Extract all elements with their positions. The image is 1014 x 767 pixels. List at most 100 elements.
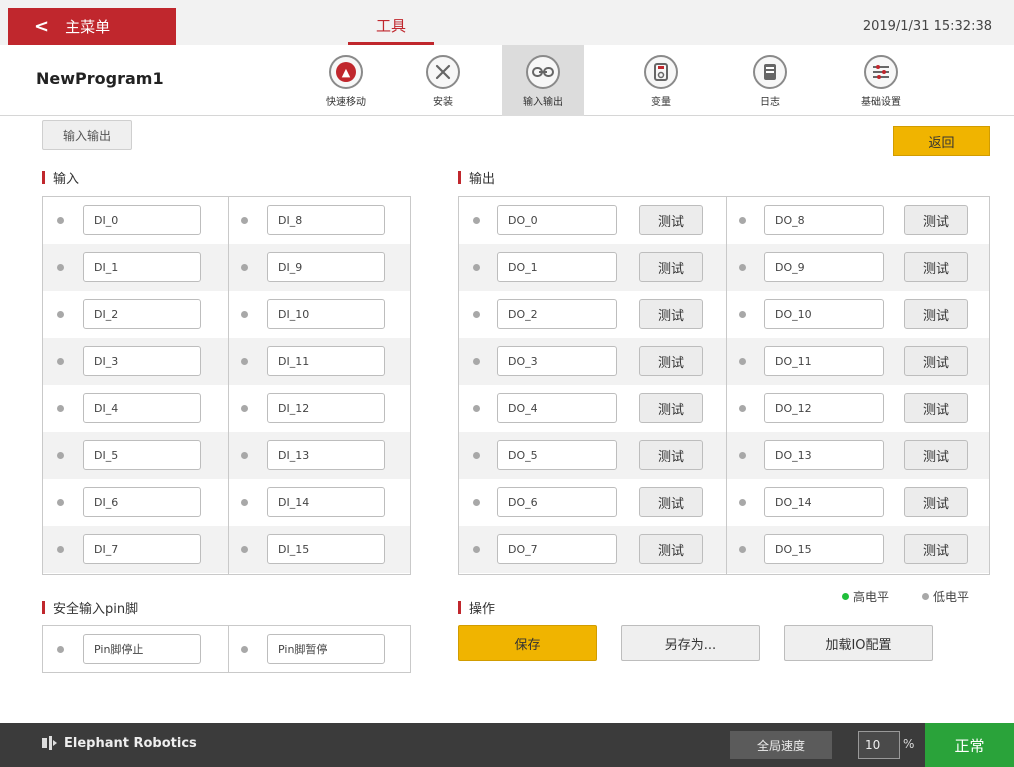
- safety-section-title: 安全输入pin脚: [42, 598, 138, 617]
- output-name-field[interactable]: DO_8: [764, 205, 884, 235]
- input-status-dot: [57, 452, 64, 459]
- section-marker: [458, 171, 461, 184]
- input-table: DI_0 DI_8 DI_1 DI_9 DI_2 DI_10 DI_3 DI_11 DI_4 DI…: [42, 196, 411, 575]
- test-button[interactable]: 测试: [639, 393, 703, 423]
- input-status-dot: [57, 358, 64, 365]
- output-name-field[interactable]: DO_4: [497, 393, 617, 423]
- input-name-field[interactable]: DI_5: [83, 440, 201, 470]
- input-name-field[interactable]: DI_3: [83, 346, 201, 376]
- main-menu-label: 主菜单: [65, 18, 111, 36]
- test-button[interactable]: 测试: [904, 534, 968, 564]
- legend-high: 高电平: [842, 588, 889, 605]
- input-name-field[interactable]: DI_0: [83, 205, 201, 235]
- input-name-field[interactable]: DI_11: [267, 346, 385, 376]
- table-row: DO_7 测试 DO_15 测试: [459, 526, 989, 573]
- tool-basic-settings[interactable]: 基础设置: [840, 45, 922, 116]
- output-name-field[interactable]: DO_3: [497, 346, 617, 376]
- global-speed-input[interactable]: 10: [858, 731, 900, 759]
- test-button[interactable]: 测试: [639, 252, 703, 282]
- section-marker: [458, 601, 461, 614]
- legend-low-label: 低电平: [933, 590, 970, 604]
- tool-io[interactable]: 输入输出: [502, 45, 584, 116]
- output-name-field[interactable]: DO_1: [497, 252, 617, 282]
- output-name-field[interactable]: DO_5: [497, 440, 617, 470]
- output-name-field[interactable]: DO_13: [764, 440, 884, 470]
- table-row: DI_5 DI_13: [43, 432, 410, 479]
- output-name-field[interactable]: DO_6: [497, 487, 617, 517]
- output-status-dot: [739, 217, 746, 224]
- test-button[interactable]: 测试: [904, 299, 968, 329]
- output-name-field[interactable]: DO_12: [764, 393, 884, 423]
- output-name-field[interactable]: DO_14: [764, 487, 884, 517]
- output-name-field[interactable]: DO_10: [764, 299, 884, 329]
- safety-title-text: 安全输入pin脚: [53, 602, 139, 617]
- test-button[interactable]: 测试: [904, 346, 968, 376]
- input-name-field[interactable]: DI_2: [83, 299, 201, 329]
- outputs-section-title: 输出: [458, 168, 495, 187]
- output-name-field[interactable]: DO_7: [497, 534, 617, 564]
- output-table: DO_0 测试 DO_8 测试 DO_1 测试 DO_9 测试 DO_2 测试 DO_10 测试 DO_…: [458, 196, 990, 575]
- output-name-field[interactable]: DO_2: [497, 299, 617, 329]
- table-row: DO_2 测试 DO_10 测试: [459, 291, 989, 338]
- input-name-field[interactable]: DI_9: [267, 252, 385, 282]
- tab-tools[interactable]: 工具: [348, 8, 434, 45]
- column-divider: [228, 626, 229, 672]
- load-io-config-button[interactable]: 加载IO配置: [784, 625, 933, 661]
- test-button[interactable]: 测试: [904, 252, 968, 282]
- input-status-dot: [241, 311, 248, 318]
- test-button[interactable]: 测试: [904, 487, 968, 517]
- output-name-field[interactable]: DO_15: [764, 534, 884, 564]
- test-button[interactable]: 测试: [639, 205, 703, 235]
- save-button[interactable]: 保存: [458, 625, 597, 661]
- main-menu-button[interactable]: < 主菜单: [8, 8, 176, 45]
- pin-pause-field[interactable]: Pin脚暂停: [267, 634, 385, 664]
- test-button[interactable]: 测试: [904, 205, 968, 235]
- tool-log[interactable]: 日志: [729, 45, 811, 116]
- input-status-dot: [241, 452, 248, 459]
- table-row: DO_6 测试 DO_14 测试: [459, 479, 989, 526]
- chevron-left-icon: <: [34, 16, 50, 37]
- output-name-field[interactable]: DO_11: [764, 346, 884, 376]
- input-name-field[interactable]: DI_1: [83, 252, 201, 282]
- test-button[interactable]: 测试: [904, 393, 968, 423]
- brand-name: Elephant Robotics: [64, 735, 197, 751]
- tool-label: 快速移动: [326, 97, 366, 108]
- input-name-field[interactable]: DI_15: [267, 534, 385, 564]
- output-status-dot: [739, 311, 746, 318]
- top-bar: < 主菜单 工具 2019/1/31 15:32:38: [0, 0, 1014, 45]
- table-row: DI_4 DI_12: [43, 385, 410, 432]
- input-name-field[interactable]: DI_6: [83, 487, 201, 517]
- test-button[interactable]: 测试: [639, 440, 703, 470]
- input-name-field[interactable]: DI_10: [267, 299, 385, 329]
- input-status-dot: [57, 311, 64, 318]
- high-level-dot: [842, 593, 849, 600]
- input-name-field[interactable]: DI_7: [83, 534, 201, 564]
- input-status-dot: [57, 405, 64, 412]
- output-name-field[interactable]: DO_9: [764, 252, 884, 282]
- tool-quick-move[interactable]: ▲ 快速移动: [305, 45, 387, 116]
- test-button[interactable]: 测试: [639, 534, 703, 564]
- input-name-field[interactable]: DI_14: [267, 487, 385, 517]
- subtab-io[interactable]: 输入输出: [42, 120, 132, 150]
- table-row: DO_4 测试 DO_12 测试: [459, 385, 989, 432]
- table-row: DI_3 DI_11: [43, 338, 410, 385]
- test-button[interactable]: 测试: [639, 487, 703, 517]
- io-icon: [526, 55, 560, 89]
- brand: Elephant Robotics: [40, 735, 197, 751]
- input-status-dot: [57, 546, 64, 553]
- pin-stop-field[interactable]: Pin脚停止: [83, 634, 201, 664]
- output-status-dot: [473, 217, 480, 224]
- input-name-field[interactable]: DI_13: [267, 440, 385, 470]
- output-name-field[interactable]: DO_0: [497, 205, 617, 235]
- input-name-field[interactable]: DI_12: [267, 393, 385, 423]
- test-button[interactable]: 测试: [639, 299, 703, 329]
- save-as-button[interactable]: 另存为...: [621, 625, 760, 661]
- test-button[interactable]: 测试: [639, 346, 703, 376]
- output-status-dot: [739, 452, 746, 459]
- input-name-field[interactable]: DI_4: [83, 393, 201, 423]
- test-button[interactable]: 测试: [904, 440, 968, 470]
- tool-install[interactable]: 安装: [402, 45, 484, 116]
- input-name-field[interactable]: DI_8: [267, 205, 385, 235]
- tool-variable[interactable]: 变量: [620, 45, 702, 116]
- return-button[interactable]: 返回: [893, 126, 990, 156]
